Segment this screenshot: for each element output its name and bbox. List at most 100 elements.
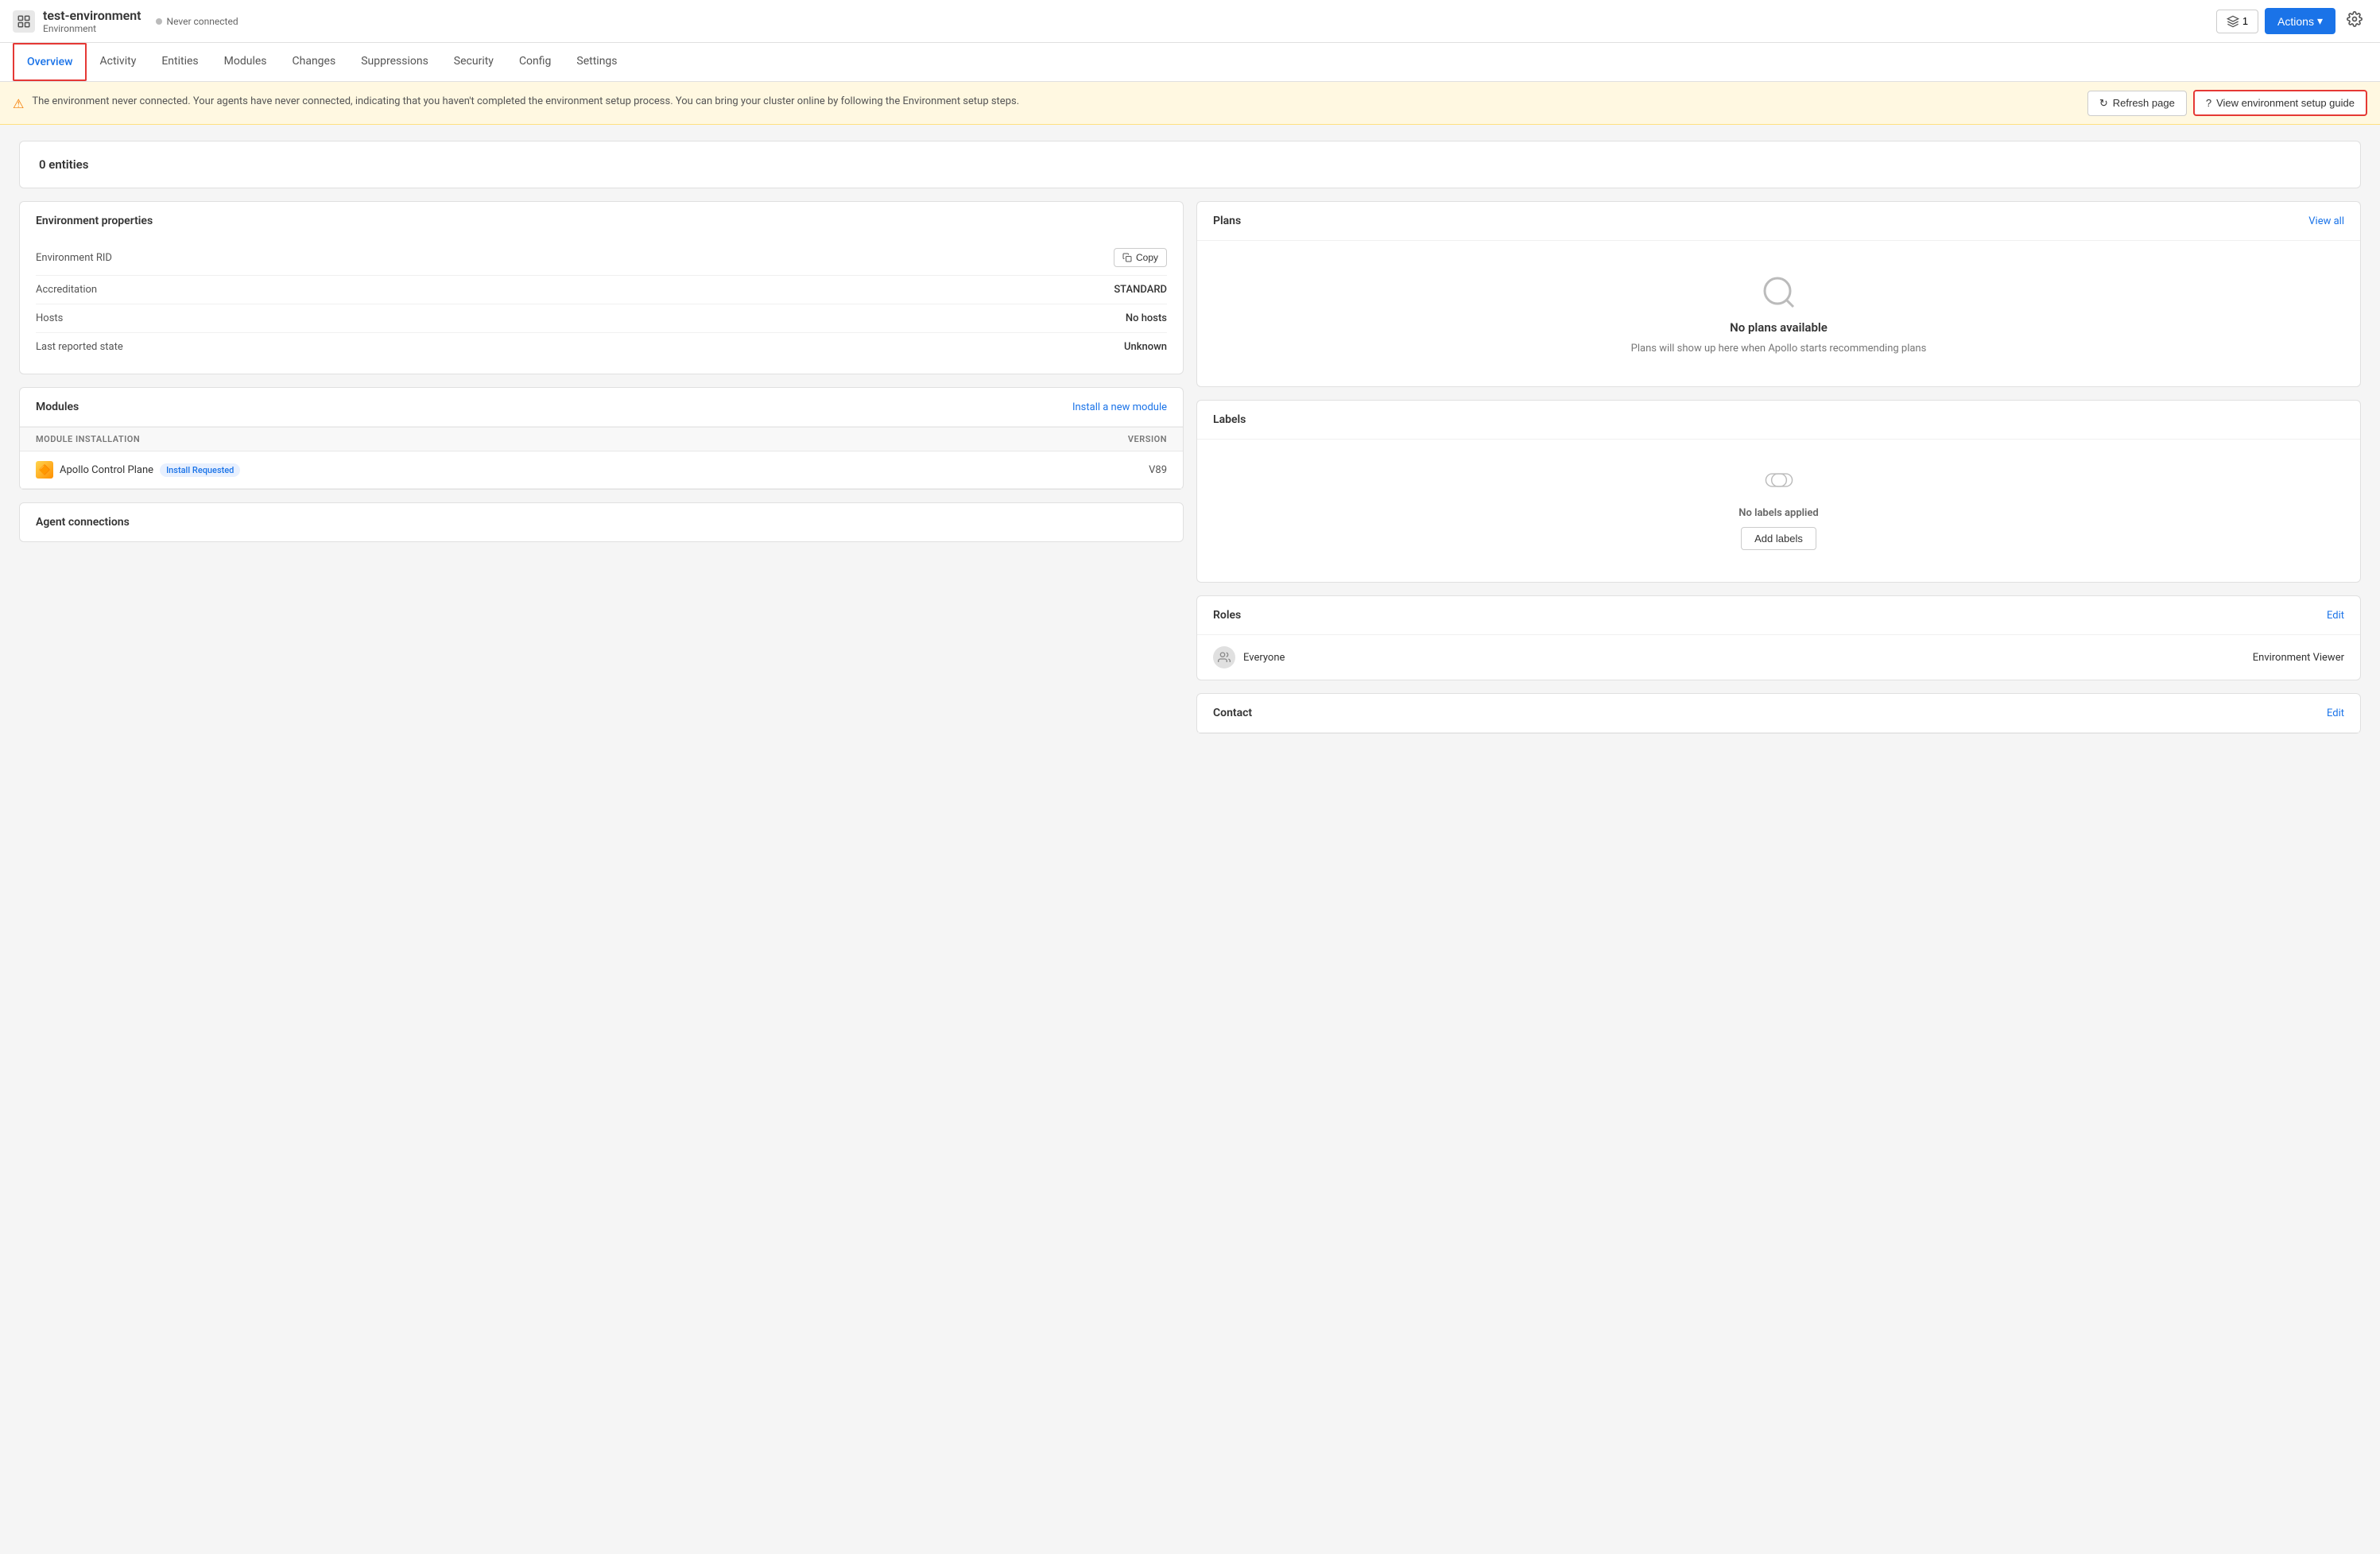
labels-empty-state: No labels applied Add labels — [1197, 440, 2360, 582]
tab-entities[interactable]: Entities — [149, 44, 211, 80]
copy-rid-button[interactable]: Copy — [1114, 248, 1167, 267]
add-labels-button[interactable]: Add labels — [1741, 527, 1816, 550]
right-col: Plans View all No plans available Plans … — [1196, 201, 2361, 746]
view-setup-guide-button[interactable]: ? View environment setup guide — [2193, 90, 2367, 116]
tabs-bar: Overview Activity Entities Modules Chang… — [0, 43, 2380, 82]
alert-content: ⚠ The environment never connected. Your … — [13, 95, 2075, 111]
entities-count: 0 entities — [39, 157, 88, 172]
edit-roles-link[interactable]: Edit — [2327, 610, 2344, 622]
labels-card: Labels No labels applied Add labels — [1196, 400, 2361, 583]
settings-icon-button[interactable] — [2342, 6, 2367, 36]
role-username: Everyone — [1243, 652, 1285, 664]
notifications-button[interactable]: 1 — [2216, 10, 2258, 33]
accreditation-label: Accreditation — [36, 284, 97, 296]
module-name: Apollo Control Plane — [60, 464, 153, 476]
header-right: 1 Actions ▾ — [2216, 6, 2367, 36]
roles-card: Roles Edit Everyone — [1196, 595, 2361, 680]
rid-value: Copy — [1114, 248, 1167, 267]
plans-empty-subtitle: Plans will show up here when Apollo star… — [1631, 343, 1927, 355]
contact-card: Contact Edit — [1196, 693, 2361, 734]
env-props-title: Environment properties — [20, 202, 1183, 240]
roles-title: Roles — [1213, 609, 1241, 622]
status-dot — [156, 18, 162, 25]
install-requested-badge: Install Requested — [160, 463, 240, 477]
status-label: Never connected — [167, 16, 238, 27]
state-label: Last reported state — [36, 341, 123, 353]
module-row: 🔶 Apollo Control Plane Install Requested… — [20, 451, 1183, 489]
modules-title: Modules — [36, 401, 79, 413]
tab-suppressions[interactable]: Suppressions — [348, 44, 441, 80]
edit-contact-link[interactable]: Edit — [2327, 707, 2344, 719]
actions-label: Actions — [2277, 15, 2314, 28]
two-col-grid: Environment properties Environment RID C… — [19, 201, 2361, 746]
plans-empty-state: No plans available Plans will show up he… — [1197, 241, 2360, 386]
notification-count: 1 — [2242, 15, 2248, 27]
copy-label: Copy — [1136, 252, 1158, 263]
environment-icon — [13, 10, 35, 33]
user-avatar — [1213, 646, 1235, 668]
search-icon — [1759, 273, 1799, 312]
page-title: test-environment — [43, 8, 141, 23]
plans-card: Plans View all No plans available Plans … — [1196, 201, 2361, 387]
warning-icon: ⚠ — [13, 96, 24, 111]
hosts-label: Hosts — [36, 312, 63, 324]
contact-title: Contact — [1213, 707, 1252, 719]
alert-actions: ↻ Refresh page ? View environment setup … — [2087, 90, 2367, 116]
agent-connections-title: Agent connections — [20, 503, 1183, 541]
accreditation-value: STANDARD — [1114, 284, 1167, 296]
roles-title-row: Roles Edit — [1197, 596, 2360, 635]
actions-chevron-icon: ▾ — [2317, 14, 2323, 28]
rid-label: Environment RID — [36, 252, 112, 264]
tab-settings[interactable]: Settings — [564, 44, 630, 80]
labels-empty-title: No labels applied — [1738, 507, 1818, 519]
refresh-page-button[interactable]: ↻ Refresh page — [2087, 91, 2187, 116]
module-icon: 🔶 — [36, 461, 53, 479]
actions-button[interactable]: Actions ▾ — [2265, 8, 2335, 34]
modules-card: Modules Install a new module MODULE INST… — [19, 387, 1184, 490]
env-props-body: Environment RID Copy — [20, 240, 1183, 374]
alert-message: The environment never connected. Your ag… — [32, 95, 1019, 107]
install-module-link[interactable]: Install a new module — [1072, 401, 1167, 413]
guide-label: View environment setup guide — [2216, 97, 2355, 109]
tab-changes[interactable]: Changes — [280, 44, 349, 80]
alert-bar: ⚠ The environment never connected. Your … — [0, 82, 2380, 125]
version-col-header: VERSION — [1087, 434, 1167, 444]
prop-row-accreditation: Accreditation STANDARD — [36, 276, 1167, 304]
refresh-icon: ↻ — [2099, 97, 2108, 110]
entities-card: 0 entities — [19, 141, 2361, 188]
labels-title-row: Labels — [1197, 401, 2360, 440]
help-icon: ? — [2206, 97, 2211, 109]
header: test-environment Environment Never conne… — [0, 0, 2380, 43]
main-content: 0 entities Environment properties Enviro… — [0, 125, 2380, 1554]
contact-title-row: Contact Edit — [1197, 694, 2360, 733]
view-all-plans-link[interactable]: View all — [2308, 215, 2344, 227]
tab-config[interactable]: Config — [506, 44, 564, 80]
tab-modules[interactable]: Modules — [211, 44, 280, 80]
modules-title-row: Modules Install a new module — [20, 388, 1183, 427]
role-name: Environment Viewer — [2253, 652, 2344, 664]
plans-title-row: Plans View all — [1197, 202, 2360, 241]
label-icon — [1765, 471, 1793, 493]
role-row: Everyone Environment Viewer — [1197, 635, 2360, 680]
prop-row-hosts: Hosts No hosts — [36, 304, 1167, 333]
prop-row-rid: Environment RID Copy — [36, 240, 1167, 276]
plans-empty-title: No plans available — [1730, 320, 1828, 335]
module-col-header: MODULE INSTALLATION — [36, 434, 1087, 444]
page-subtitle: Environment — [43, 23, 141, 34]
module-name-col: 🔶 Apollo Control Plane Install Requested — [36, 461, 1087, 479]
agent-connections-card: Agent connections — [19, 502, 1184, 542]
role-user: Everyone — [1213, 646, 1285, 668]
environment-properties-card: Environment properties Environment RID C… — [19, 201, 1184, 374]
left-col: Environment properties Environment RID C… — [19, 201, 1184, 746]
header-title-group: test-environment Environment — [43, 8, 141, 34]
modules-table-header: MODULE INSTALLATION VERSION — [20, 427, 1183, 451]
tab-security[interactable]: Security — [441, 44, 506, 80]
hosts-value: No hosts — [1126, 312, 1167, 324]
plans-title: Plans — [1213, 215, 1241, 227]
module-version-col: V89 — [1087, 464, 1167, 476]
connection-status: Never connected — [149, 14, 245, 29]
labels-title: Labels — [1213, 413, 1246, 426]
tab-overview[interactable]: Overview — [13, 43, 87, 81]
prop-row-state: Last reported state Unknown — [36, 333, 1167, 361]
tab-activity[interactable]: Activity — [87, 44, 149, 80]
